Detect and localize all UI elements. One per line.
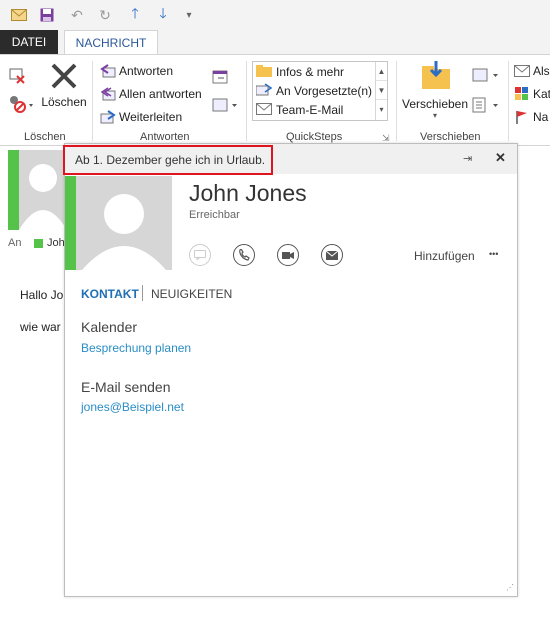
- im-icon[interactable]: [189, 244, 211, 266]
- followup-button[interactable]: Na: [514, 109, 548, 125]
- close-icon[interactable]: ✕: [495, 150, 506, 166]
- quick-access-toolbar: ↶ ↻ 🡑 🡓 ▾: [0, 0, 550, 30]
- undo-icon[interactable]: ↶: [68, 6, 86, 24]
- contact-avatar: [76, 176, 172, 270]
- quicksteps-gallery: Infos & mehr An Vorgesetzte(n) Team-E-Ma…: [252, 61, 388, 121]
- expand-gallery-icon[interactable]: ▾: [376, 100, 387, 119]
- rules-icon[interactable]: [472, 67, 500, 83]
- presence-status: Erreichbar: [189, 209, 240, 221]
- actions-icon[interactable]: [472, 97, 500, 113]
- envelope-icon: [514, 63, 530, 79]
- ribbon-tabs: DATEI NACHRICHT: [0, 30, 550, 54]
- meeting-reply-icon[interactable]: [212, 69, 230, 85]
- divider: [508, 61, 509, 141]
- chevron-down-icon: ▾: [432, 111, 437, 120]
- forward-button[interactable]: Weiterleiten: [100, 109, 182, 125]
- sender-presence-bar: [8, 150, 19, 230]
- divider: [396, 61, 397, 141]
- email-heading: E-Mail senden: [81, 379, 171, 395]
- mail-icon: [256, 102, 272, 118]
- recipient-presence-icon: [34, 239, 43, 248]
- sender-avatar[interactable]: [19, 150, 67, 230]
- categories-icon: [514, 86, 530, 102]
- schedule-meeting-link[interactable]: Besprechung planen: [81, 341, 191, 355]
- customize-toolbar-icon[interactable]: ▾: [180, 6, 198, 24]
- flag-icon: [514, 109, 530, 125]
- tab-kontakt[interactable]: KONTAKT: [81, 287, 139, 301]
- scroll-down-icon[interactable]: ▼: [376, 81, 387, 100]
- tab-neuigkeiten[interactable]: NEUIGKEITEN: [151, 287, 232, 301]
- reply-all-button[interactable]: Allen antworten: [100, 86, 202, 102]
- to-label: An: [8, 237, 22, 249]
- move-folder-icon: [422, 61, 450, 89]
- tab-datei[interactable]: DATEI: [0, 30, 58, 54]
- reply-all-icon: [100, 86, 116, 102]
- quicksteps-scroller[interactable]: ▲ ▼ ▾: [375, 62, 387, 120]
- reply-button[interactable]: Antworten: [100, 63, 173, 79]
- junk-icon[interactable]: [8, 95, 34, 113]
- add-contact-link[interactable]: Hinzufügen: [414, 249, 475, 263]
- reply-icon: [100, 63, 116, 79]
- tab-divider: [142, 285, 143, 301]
- arrow-down-icon[interactable]: 🡓: [154, 5, 172, 24]
- group-label-loeschen: Löschen: [24, 131, 66, 143]
- move-button[interactable]: Verschieben ▾: [402, 59, 468, 120]
- person-silhouette-icon: [19, 164, 67, 230]
- ignore-icon[interactable]: [8, 67, 26, 85]
- contact-card: Ab 1. Dezember gehe ich in Urlaub. ⇥ ✕ J…: [63, 143, 518, 597]
- forward-icon: [100, 109, 116, 125]
- quickstep-team[interactable]: Team-E-Mail: [256, 101, 343, 119]
- mark-unread-button[interactable]: Als: [514, 63, 550, 79]
- divider: [246, 61, 247, 141]
- redo-icon[interactable]: ↻: [96, 6, 114, 24]
- email-icon[interactable]: [321, 244, 343, 266]
- delete-button[interactable]: Löschen: [41, 61, 87, 109]
- group-label-antworten: Antworten: [140, 131, 190, 143]
- person-silhouette-icon: [82, 194, 166, 270]
- divider: [92, 61, 93, 141]
- quickstep-manager[interactable]: An Vorgesetzte(n): [255, 82, 372, 100]
- resize-grip-icon[interactable]: ⋰: [506, 583, 514, 592]
- group-label-quicksteps: QuickSteps: [286, 131, 343, 143]
- arrow-up-icon[interactable]: 🡑: [126, 5, 144, 24]
- more-respond-icon[interactable]: [212, 97, 238, 113]
- scroll-up-icon[interactable]: ▲: [376, 62, 387, 81]
- categorize-button[interactable]: Kat: [514, 86, 550, 102]
- ribbon: Löschen Löschen Antworten Allen antworte…: [0, 54, 550, 146]
- calendar-heading: Kalender: [81, 319, 138, 335]
- envelope-icon[interactable]: [10, 6, 28, 24]
- phone-icon[interactable]: [233, 244, 255, 266]
- group-label-verschieben: Verschieben: [420, 131, 481, 143]
- message-greeting: Hallo Jo: [20, 288, 64, 302]
- more-options-icon[interactable]: •••: [489, 249, 498, 259]
- contact-name: John Jones: [189, 180, 307, 206]
- email-address-link[interactable]: jones@Beispiel.net: [81, 400, 184, 414]
- delete-x-icon: [51, 63, 77, 89]
- video-icon[interactable]: [277, 244, 299, 266]
- save-icon[interactable]: [38, 6, 56, 24]
- pin-icon[interactable]: ⇥: [463, 152, 472, 165]
- quickstep-info[interactable]: Infos & mehr: [256, 63, 344, 81]
- forward-mail-icon: [255, 82, 273, 100]
- message-line: wie war: [20, 320, 61, 334]
- folder-icon: [256, 64, 272, 80]
- tab-nachricht[interactable]: NACHRICHT: [64, 30, 158, 54]
- presence-bar: [65, 176, 76, 270]
- out-of-office-message: Ab 1. Dezember gehe ich in Urlaub.: [63, 145, 273, 175]
